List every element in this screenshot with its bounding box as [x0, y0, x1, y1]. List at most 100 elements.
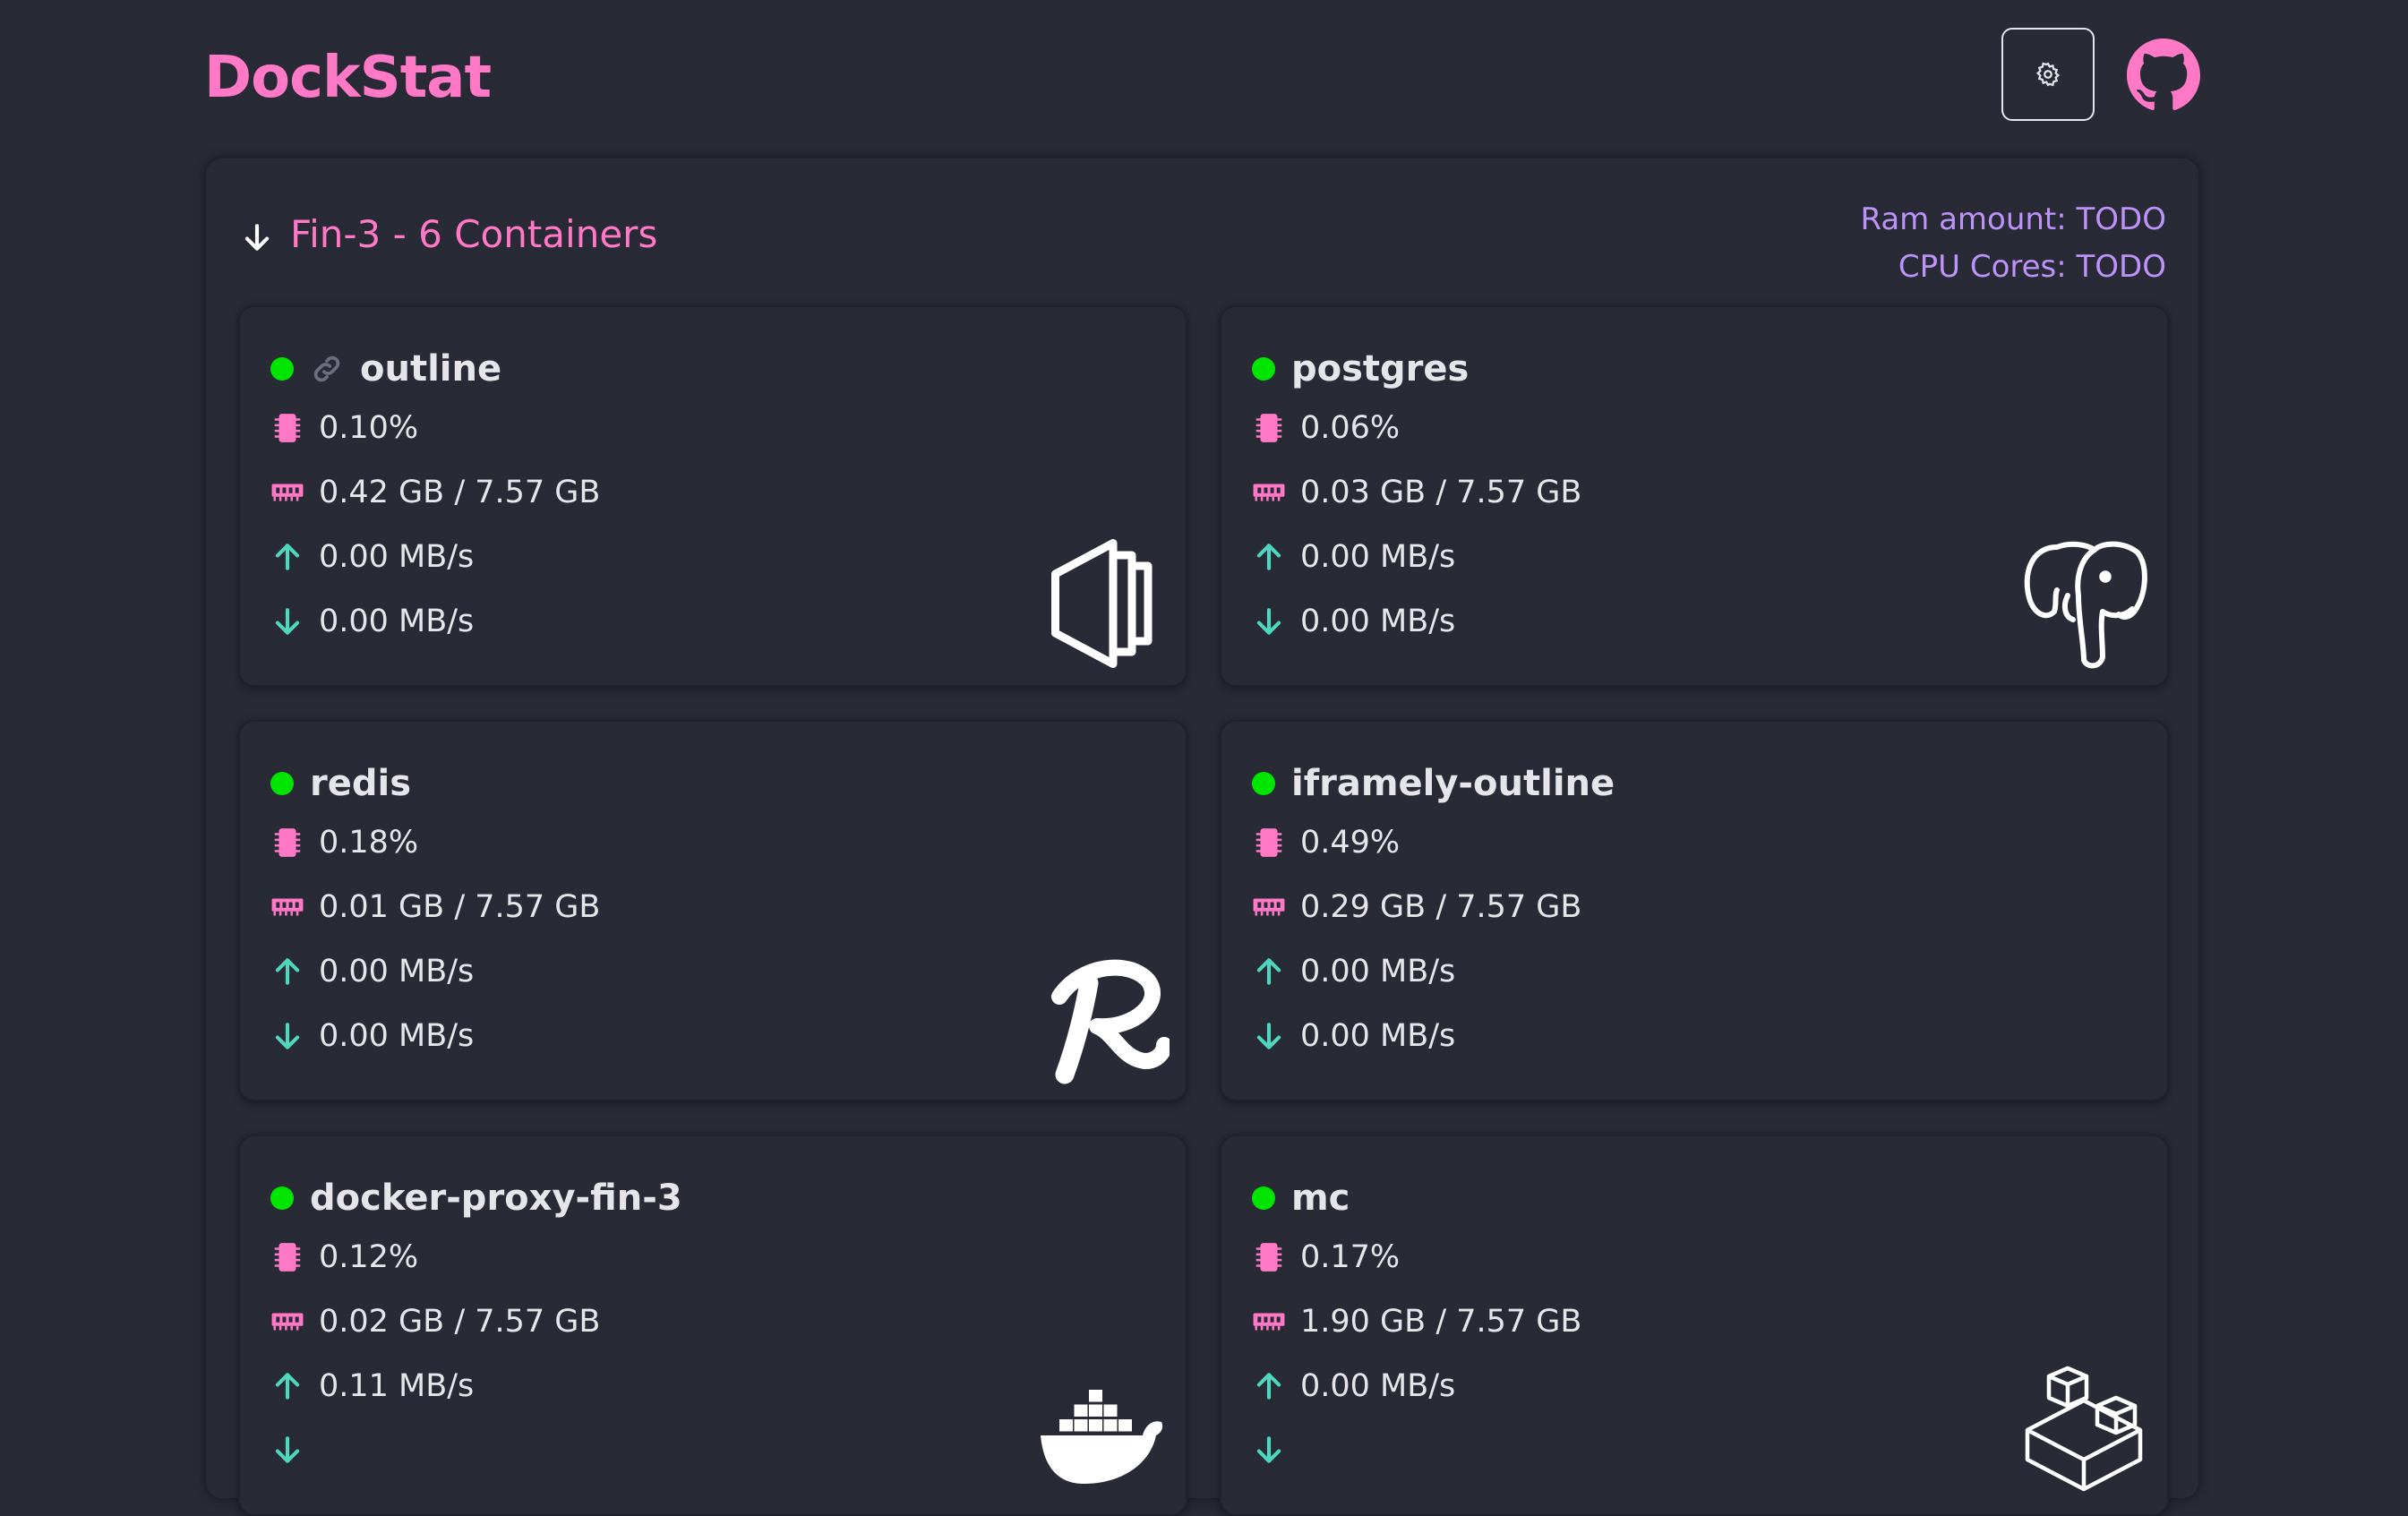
memory-icon	[1253, 484, 1285, 501]
container-card-docker-proxy-fin-3[interactable]: docker-proxy-fin-3 0.12% 0.02 GB / 7.57 …	[238, 1135, 1187, 1516]
arrow-down-icon	[1256, 1023, 1281, 1049]
network-down-value: 0.00 MB/s	[319, 604, 475, 639]
network-down-stat: 0.00 MB/s	[1252, 1018, 1455, 1054]
redis-logo-icon	[1051, 959, 1170, 1084]
cpu-icon	[274, 414, 301, 442]
minecraft-blocks-icon	[2025, 1366, 2143, 1492]
arrow-up-icon	[1256, 958, 1281, 985]
network-up-stat: 0.00 MB/s	[1252, 954, 1455, 989]
network-up-stat: 0.00 MB/s	[1252, 539, 1455, 575]
ram-stat: 0.02 GB / 7.57 GB	[270, 1304, 600, 1340]
arrow-down-icon	[1256, 1436, 1281, 1463]
network-down-stat: 0.00 MB/s	[270, 604, 474, 639]
card-header: docker-proxy-fin-3	[270, 1178, 682, 1219]
card-header: redis	[270, 763, 411, 804]
github-icon[interactable]	[2127, 39, 2200, 112]
cpu-value: 0.10%	[319, 410, 419, 446]
ram-stat: 0.42 GB / 7.57 GB	[270, 475, 600, 510]
ram-stat: 1.90 GB / 7.57 GB	[1252, 1304, 1581, 1340]
card-header: outline	[270, 348, 501, 390]
network-down-stat	[1252, 1433, 1300, 1467]
network-up-stat: 0.00 MB/s	[270, 954, 474, 989]
network-down-stat: 0.00 MB/s	[270, 1018, 474, 1054]
container-name: mc	[1291, 1178, 1350, 1219]
host-title: Fin-3 - 6 Containers	[290, 212, 658, 256]
arrow-up-icon	[275, 544, 300, 570]
container-card-redis[interactable]: redis 0.18% 0.01 GB / 7.57 GB 0.00 MB/s	[238, 720, 1187, 1101]
ram-value: 0.01 GB / 7.57 GB	[319, 889, 601, 925]
cpu-icon	[1255, 828, 1282, 857]
arrow-up-icon	[275, 1373, 300, 1400]
cpu-stat: 0.12%	[270, 1239, 418, 1275]
container-card-postgres[interactable]: postgres 0.06% 0.03 GB / 7.57 GB 0.00 MB…	[1220, 305, 2169, 687]
container-card-outline[interactable]: outline 0.10% 0.42 GB / 7.57 GB 0.00 MB/…	[238, 305, 1187, 687]
cpu-icon	[1255, 1243, 1282, 1272]
arrow-down-icon	[275, 1023, 300, 1049]
collapse-arrow-icon[interactable]	[240, 220, 274, 254]
host-panel: Fin-3 - 6 Containers Ram amount: TODO CP…	[204, 157, 2200, 1516]
arrow-up-icon	[1256, 544, 1281, 570]
container-name: docker-proxy-fin-3	[310, 1178, 682, 1219]
cpu-value: 0.17%	[1300, 1239, 1401, 1275]
cpu-cores-label: CPU Cores: TODO	[1898, 249, 2166, 285]
ram-stat: 0.29 GB / 7.57 GB	[1252, 889, 1581, 925]
cpu-stat: 0.10%	[270, 410, 418, 446]
status-dot	[1252, 772, 1275, 795]
network-up-value: 0.00 MB/s	[319, 539, 475, 575]
arrow-down-icon	[1256, 608, 1281, 635]
ram-stat: 0.03 GB / 7.57 GB	[1252, 475, 1581, 510]
cpu-value: 0.49%	[1300, 825, 1401, 861]
status-dot	[1252, 357, 1275, 381]
cpu-stat: 0.17%	[1252, 1239, 1400, 1275]
status-dot	[270, 1186, 294, 1210]
network-down-value: 0.00 MB/s	[319, 1018, 475, 1054]
cpu-value: 0.12%	[319, 1239, 419, 1275]
card-header: iframely-outline	[1252, 763, 1615, 804]
ram-stat: 0.01 GB / 7.57 GB	[270, 889, 600, 925]
host-header[interactable]: Fin-3 - 6 Containers	[240, 212, 657, 256]
status-dot	[1252, 1186, 1275, 1210]
memory-icon	[271, 484, 304, 501]
outline-logo-icon	[1051, 539, 1153, 668]
network-up-value: 0.00 MB/s	[1300, 539, 1456, 575]
memory-icon	[1253, 1313, 1285, 1331]
app-title[interactable]: DockStat	[204, 45, 492, 111]
network-up-value: 0.00 MB/s	[319, 954, 475, 989]
container-name: iframely-outline	[1291, 763, 1615, 804]
settings-button[interactable]	[2001, 28, 2095, 121]
network-up-value: 0.11 MB/s	[319, 1368, 475, 1404]
host-meta: Ram amount: TODO CPU Cores: TODO	[1860, 196, 2166, 291]
network-down-stat: 0.00 MB/s	[1252, 604, 1455, 639]
cpu-stat: 0.06%	[1252, 410, 1400, 446]
network-down-value: 0.00 MB/s	[1300, 604, 1456, 639]
container-name: outline	[360, 348, 502, 390]
ram-amount-label: Ram amount: TODO	[1860, 201, 2166, 237]
ram-value: 0.42 GB / 7.57 GB	[319, 475, 601, 510]
memory-icon	[1253, 898, 1285, 916]
cpu-icon	[1255, 414, 1282, 442]
network-up-stat: 0.00 MB/s	[270, 539, 474, 575]
card-header: mc	[1252, 1178, 1350, 1219]
status-dot	[270, 357, 294, 381]
link-icon[interactable]	[310, 352, 344, 386]
arrow-down-icon	[275, 608, 300, 635]
container-card-mc[interactable]: mc 0.17% 1.90 GB / 7.57 GB 0.00 MB/s	[1220, 1135, 2169, 1516]
network-up-value: 0.00 MB/s	[1300, 954, 1456, 989]
card-header: postgres	[1252, 348, 1469, 390]
memory-icon	[271, 1313, 304, 1331]
ram-value: 0.29 GB / 7.57 GB	[1300, 889, 1582, 925]
network-down-value: 0.00 MB/s	[1300, 1018, 1456, 1054]
ram-value: 0.03 GB / 7.57 GB	[1300, 475, 1582, 510]
container-card-iframely-outline[interactable]: iframely-outline 0.49% 0.29 GB / 7.57 GB…	[1220, 720, 2169, 1101]
gear-icon	[2035, 62, 2061, 87]
cpu-icon	[274, 1243, 301, 1272]
cpu-icon	[274, 828, 301, 857]
docker-whale-icon	[1041, 1390, 1163, 1484]
top-bar: DockStat	[0, 0, 2408, 152]
cpu-stat: 0.49%	[1252, 825, 1400, 861]
network-up-stat: 0.11 MB/s	[270, 1368, 474, 1404]
cpu-stat: 0.18%	[270, 825, 418, 861]
memory-icon	[271, 898, 304, 916]
status-dot	[270, 772, 294, 795]
arrow-up-icon	[275, 958, 300, 985]
